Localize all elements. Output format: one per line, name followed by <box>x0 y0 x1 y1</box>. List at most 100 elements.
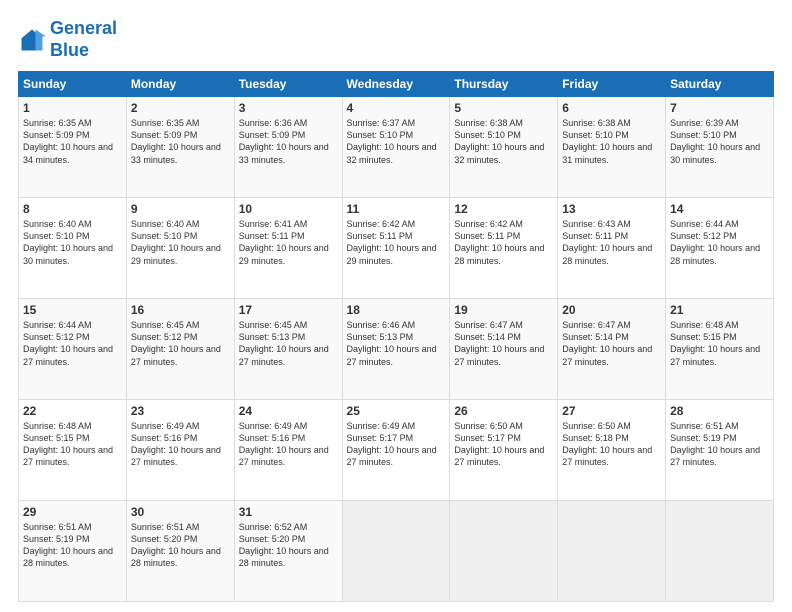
day-info: Sunrise: 6:50 AM Sunset: 5:17 PM Dayligh… <box>454 420 553 469</box>
calendar-day-cell: 9 Sunrise: 6:40 AM Sunset: 5:10 PM Dayli… <box>126 198 234 299</box>
calendar-day-cell <box>558 501 666 602</box>
calendar-day-cell: 15 Sunrise: 6:44 AM Sunset: 5:12 PM Dayl… <box>19 299 127 400</box>
day-info: Sunrise: 6:44 AM Sunset: 5:12 PM Dayligh… <box>23 319 122 368</box>
day-number: 6 <box>562 101 661 115</box>
calendar-day-cell <box>342 501 450 602</box>
calendar-day-cell: 30 Sunrise: 6:51 AM Sunset: 5:20 PM Dayl… <box>126 501 234 602</box>
calendar-day-cell: 10 Sunrise: 6:41 AM Sunset: 5:11 PM Dayl… <box>234 198 342 299</box>
day-number: 13 <box>562 202 661 216</box>
calendar-day-cell: 29 Sunrise: 6:51 AM Sunset: 5:19 PM Dayl… <box>19 501 127 602</box>
calendar-day-cell: 28 Sunrise: 6:51 AM Sunset: 5:19 PM Dayl… <box>666 400 774 501</box>
weekday-header: Saturday <box>666 72 774 97</box>
day-number: 8 <box>23 202 122 216</box>
day-info: Sunrise: 6:51 AM Sunset: 5:19 PM Dayligh… <box>670 420 769 469</box>
logo: General Blue <box>18 18 117 61</box>
day-info: Sunrise: 6:49 AM Sunset: 5:16 PM Dayligh… <box>131 420 230 469</box>
logo-general: General <box>50 18 117 38</box>
weekday-header: Friday <box>558 72 666 97</box>
day-info: Sunrise: 6:39 AM Sunset: 5:10 PM Dayligh… <box>670 117 769 166</box>
day-number: 3 <box>239 101 338 115</box>
day-info: Sunrise: 6:48 AM Sunset: 5:15 PM Dayligh… <box>670 319 769 368</box>
calendar-day-cell: 11 Sunrise: 6:42 AM Sunset: 5:11 PM Dayl… <box>342 198 450 299</box>
calendar-day-cell: 27 Sunrise: 6:50 AM Sunset: 5:18 PM Dayl… <box>558 400 666 501</box>
calendar-day-cell: 8 Sunrise: 6:40 AM Sunset: 5:10 PM Dayli… <box>19 198 127 299</box>
day-info: Sunrise: 6:40 AM Sunset: 5:10 PM Dayligh… <box>131 218 230 267</box>
weekday-header: Tuesday <box>234 72 342 97</box>
calendar-day-cell: 16 Sunrise: 6:45 AM Sunset: 5:12 PM Dayl… <box>126 299 234 400</box>
day-info: Sunrise: 6:48 AM Sunset: 5:15 PM Dayligh… <box>23 420 122 469</box>
calendar-day-cell: 2 Sunrise: 6:35 AM Sunset: 5:09 PM Dayli… <box>126 97 234 198</box>
day-info: Sunrise: 6:52 AM Sunset: 5:20 PM Dayligh… <box>239 521 338 570</box>
day-info: Sunrise: 6:41 AM Sunset: 5:11 PM Dayligh… <box>239 218 338 267</box>
calendar-day-cell <box>666 501 774 602</box>
calendar-day-cell: 13 Sunrise: 6:43 AM Sunset: 5:11 PM Dayl… <box>558 198 666 299</box>
calendar-week-row: 22 Sunrise: 6:48 AM Sunset: 5:15 PM Dayl… <box>19 400 774 501</box>
day-info: Sunrise: 6:42 AM Sunset: 5:11 PM Dayligh… <box>347 218 446 267</box>
day-number: 14 <box>670 202 769 216</box>
day-number: 24 <box>239 404 338 418</box>
day-info: Sunrise: 6:49 AM Sunset: 5:17 PM Dayligh… <box>347 420 446 469</box>
calendar-day-cell: 25 Sunrise: 6:49 AM Sunset: 5:17 PM Dayl… <box>342 400 450 501</box>
day-number: 9 <box>131 202 230 216</box>
day-number: 1 <box>23 101 122 115</box>
calendar-day-cell: 21 Sunrise: 6:48 AM Sunset: 5:15 PM Dayl… <box>666 299 774 400</box>
calendar-day-cell: 23 Sunrise: 6:49 AM Sunset: 5:16 PM Dayl… <box>126 400 234 501</box>
calendar-week-row: 29 Sunrise: 6:51 AM Sunset: 5:19 PM Dayl… <box>19 501 774 602</box>
day-info: Sunrise: 6:46 AM Sunset: 5:13 PM Dayligh… <box>347 319 446 368</box>
day-number: 10 <box>239 202 338 216</box>
day-number: 12 <box>454 202 553 216</box>
day-info: Sunrise: 6:47 AM Sunset: 5:14 PM Dayligh… <box>454 319 553 368</box>
calendar-week-row: 1 Sunrise: 6:35 AM Sunset: 5:09 PM Dayli… <box>19 97 774 198</box>
calendar-day-cell: 1 Sunrise: 6:35 AM Sunset: 5:09 PM Dayli… <box>19 97 127 198</box>
day-info: Sunrise: 6:45 AM Sunset: 5:13 PM Dayligh… <box>239 319 338 368</box>
day-number: 31 <box>239 505 338 519</box>
header: General Blue <box>18 18 774 61</box>
calendar-day-cell: 24 Sunrise: 6:49 AM Sunset: 5:16 PM Dayl… <box>234 400 342 501</box>
calendar-day-cell: 26 Sunrise: 6:50 AM Sunset: 5:17 PM Dayl… <box>450 400 558 501</box>
calendar-week-row: 8 Sunrise: 6:40 AM Sunset: 5:10 PM Dayli… <box>19 198 774 299</box>
day-info: Sunrise: 6:50 AM Sunset: 5:18 PM Dayligh… <box>562 420 661 469</box>
weekday-header: Thursday <box>450 72 558 97</box>
calendar-day-cell: 17 Sunrise: 6:45 AM Sunset: 5:13 PM Dayl… <box>234 299 342 400</box>
day-info: Sunrise: 6:45 AM Sunset: 5:12 PM Dayligh… <box>131 319 230 368</box>
calendar-week-row: 15 Sunrise: 6:44 AM Sunset: 5:12 PM Dayl… <box>19 299 774 400</box>
day-info: Sunrise: 6:35 AM Sunset: 5:09 PM Dayligh… <box>131 117 230 166</box>
day-number: 7 <box>670 101 769 115</box>
calendar-table: SundayMondayTuesdayWednesdayThursdayFrid… <box>18 71 774 602</box>
logo-text: General Blue <box>50 18 117 61</box>
day-number: 21 <box>670 303 769 317</box>
day-number: 20 <box>562 303 661 317</box>
day-number: 2 <box>131 101 230 115</box>
day-number: 26 <box>454 404 553 418</box>
logo-blue: Blue <box>50 40 89 60</box>
day-info: Sunrise: 6:51 AM Sunset: 5:19 PM Dayligh… <box>23 521 122 570</box>
day-number: 29 <box>23 505 122 519</box>
weekday-header: Monday <box>126 72 234 97</box>
calendar-day-cell: 19 Sunrise: 6:47 AM Sunset: 5:14 PM Dayl… <box>450 299 558 400</box>
calendar-day-cell <box>450 501 558 602</box>
calendar-day-cell: 4 Sunrise: 6:37 AM Sunset: 5:10 PM Dayli… <box>342 97 450 198</box>
day-info: Sunrise: 6:44 AM Sunset: 5:12 PM Dayligh… <box>670 218 769 267</box>
day-number: 28 <box>670 404 769 418</box>
calendar-day-cell: 5 Sunrise: 6:38 AM Sunset: 5:10 PM Dayli… <box>450 97 558 198</box>
day-info: Sunrise: 6:35 AM Sunset: 5:09 PM Dayligh… <box>23 117 122 166</box>
logo-icon <box>18 26 46 54</box>
calendar-day-cell: 14 Sunrise: 6:44 AM Sunset: 5:12 PM Dayl… <box>666 198 774 299</box>
day-number: 11 <box>347 202 446 216</box>
day-number: 22 <box>23 404 122 418</box>
day-info: Sunrise: 6:51 AM Sunset: 5:20 PM Dayligh… <box>131 521 230 570</box>
calendar-day-cell: 3 Sunrise: 6:36 AM Sunset: 5:09 PM Dayli… <box>234 97 342 198</box>
day-info: Sunrise: 6:47 AM Sunset: 5:14 PM Dayligh… <box>562 319 661 368</box>
day-info: Sunrise: 6:38 AM Sunset: 5:10 PM Dayligh… <box>454 117 553 166</box>
day-number: 17 <box>239 303 338 317</box>
day-info: Sunrise: 6:38 AM Sunset: 5:10 PM Dayligh… <box>562 117 661 166</box>
day-number: 5 <box>454 101 553 115</box>
day-number: 15 <box>23 303 122 317</box>
weekday-header: Sunday <box>19 72 127 97</box>
day-number: 4 <box>347 101 446 115</box>
calendar-day-cell: 18 Sunrise: 6:46 AM Sunset: 5:13 PM Dayl… <box>342 299 450 400</box>
day-info: Sunrise: 6:36 AM Sunset: 5:09 PM Dayligh… <box>239 117 338 166</box>
day-number: 18 <box>347 303 446 317</box>
calendar-day-cell: 6 Sunrise: 6:38 AM Sunset: 5:10 PM Dayli… <box>558 97 666 198</box>
day-info: Sunrise: 6:42 AM Sunset: 5:11 PM Dayligh… <box>454 218 553 267</box>
